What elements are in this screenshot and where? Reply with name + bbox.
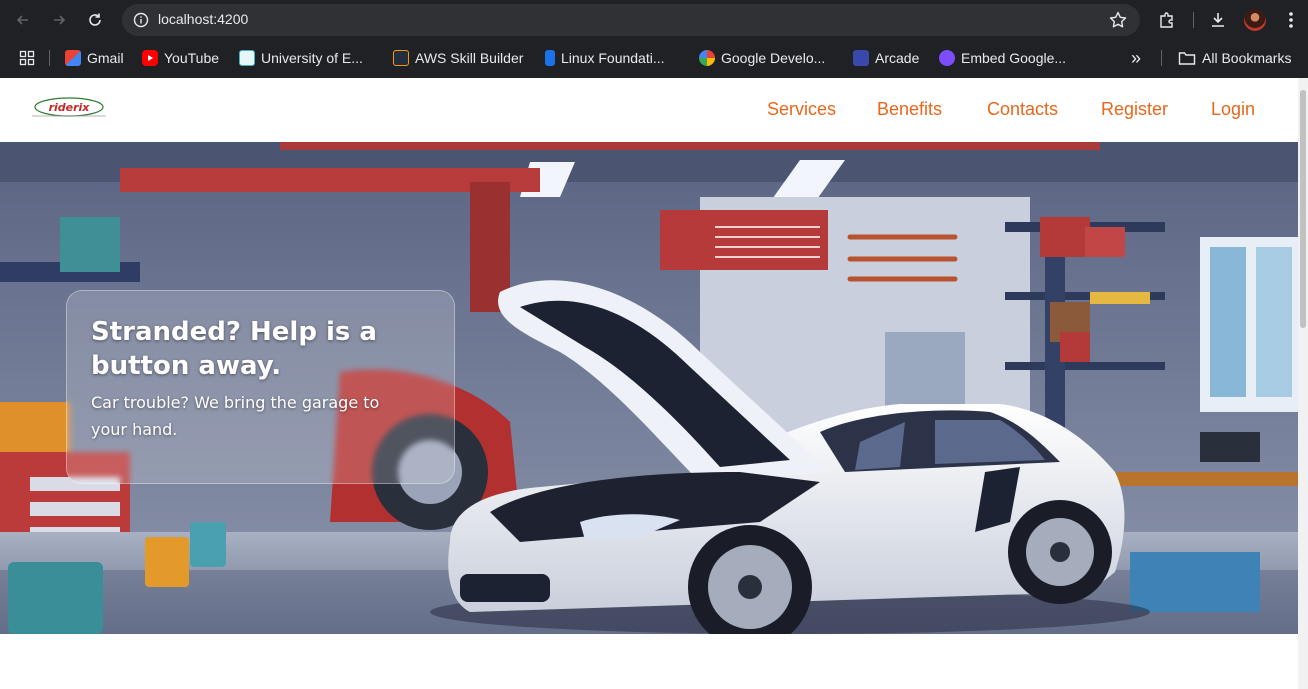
download-icon[interactable] bbox=[1206, 8, 1230, 32]
svg-text:riderix: riderix bbox=[49, 101, 91, 114]
bookmark-label: AWS Skill Builder bbox=[415, 50, 524, 66]
bookmark-embed-google[interactable]: Embed Google... bbox=[939, 48, 1066, 68]
profile-avatar[interactable] bbox=[1244, 9, 1266, 31]
bookmark-youtube[interactable]: YouTube bbox=[142, 48, 219, 68]
hero-subtitle: Car trouble? We bring the garage to your… bbox=[91, 393, 380, 439]
arrow-right-icon bbox=[54, 15, 66, 25]
extensions-icon[interactable] bbox=[1155, 8, 1179, 32]
aws-icon bbox=[393, 50, 409, 66]
bookmark-google-developers[interactable]: Google Develo... bbox=[699, 48, 825, 68]
site-navbar: riderix Services Benefits Contacts Regis… bbox=[0, 78, 1298, 142]
bookmark-arcade[interactable]: Arcade bbox=[853, 48, 919, 68]
bookmark-label: Arcade bbox=[875, 50, 920, 66]
bookmarks-bar: Gmail YouTube University of E... AWS Ski… bbox=[0, 40, 1308, 78]
google-icon bbox=[699, 50, 715, 66]
youtube-icon bbox=[142, 50, 158, 66]
menu-kebab-icon[interactable] bbox=[1279, 8, 1303, 32]
bookmark-star-icon[interactable] bbox=[1108, 10, 1128, 30]
hero-callout-card: Stranded? Help is a button away. Car tro… bbox=[66, 290, 455, 484]
hero-section: Stranded? Help is a button away. Car tro… bbox=[0, 142, 1298, 634]
arcade-icon bbox=[853, 50, 869, 66]
hero-title: Stranded? Help is a button away. bbox=[91, 317, 377, 381]
bookmarks-divider bbox=[1161, 50, 1162, 66]
nav-benefits-link[interactable]: Benefits bbox=[877, 99, 942, 120]
reload-button[interactable] bbox=[81, 6, 109, 34]
embed-icon bbox=[939, 50, 955, 66]
nav-register-link[interactable]: Register bbox=[1101, 99, 1168, 120]
bookmark-label: University of E... bbox=[261, 50, 363, 66]
all-bookmarks-button[interactable]: All Bookmarks bbox=[1178, 48, 1291, 68]
forward-button[interactable] bbox=[45, 6, 73, 34]
nav-services-link[interactable]: Services bbox=[767, 99, 836, 120]
folder-icon bbox=[1178, 52, 1196, 65]
nav-login-link[interactable]: Login bbox=[1211, 99, 1255, 120]
bookmark-university[interactable]: University of E... bbox=[239, 48, 363, 68]
nav-contacts-link[interactable]: Contacts bbox=[987, 99, 1058, 120]
arrow-left-icon bbox=[16, 15, 28, 25]
bookmarks-divider bbox=[49, 50, 50, 66]
bookmark-label: YouTube bbox=[164, 50, 220, 66]
address-bar[interactable]: localhost:4200 bbox=[122, 4, 1140, 36]
site-logo[interactable]: riderix bbox=[30, 96, 108, 118]
bookmarks-overflow-button[interactable]: » bbox=[1131, 48, 1141, 68]
bookmark-linux-foundation[interactable]: Linux Foundati... bbox=[545, 48, 665, 68]
bookmark-gmail[interactable]: Gmail bbox=[65, 48, 124, 68]
bookmark-label: Google Develo... bbox=[721, 50, 826, 66]
apps-grid-icon[interactable] bbox=[19, 48, 35, 68]
browser-chrome: localhost:4200 Gmail YouTube University … bbox=[0, 0, 1308, 78]
gmail-icon bbox=[65, 50, 81, 66]
bookmark-label: Linux Foundati... bbox=[561, 50, 665, 66]
reload-icon bbox=[89, 13, 101, 26]
scrollbar-thumb[interactable] bbox=[1300, 90, 1306, 328]
site-info-icon[interactable] bbox=[130, 9, 152, 31]
bookmark-aws[interactable]: AWS Skill Builder bbox=[393, 48, 523, 68]
url-text[interactable]: localhost:4200 bbox=[158, 11, 248, 27]
bookmark-label: Embed Google... bbox=[961, 50, 1067, 66]
all-bookmarks-label: All Bookmarks bbox=[1202, 50, 1292, 66]
bookmark-label: Gmail bbox=[87, 50, 124, 66]
page-viewport: riderix Services Benefits Contacts Regis… bbox=[0, 78, 1298, 689]
browser-toolbar: localhost:4200 bbox=[0, 0, 1308, 40]
university-icon bbox=[239, 50, 255, 66]
toolbar-divider bbox=[1193, 12, 1194, 28]
back-button[interactable] bbox=[9, 6, 37, 34]
linux-foundation-icon bbox=[545, 50, 555, 66]
page-scrollbar[interactable] bbox=[1298, 78, 1308, 689]
